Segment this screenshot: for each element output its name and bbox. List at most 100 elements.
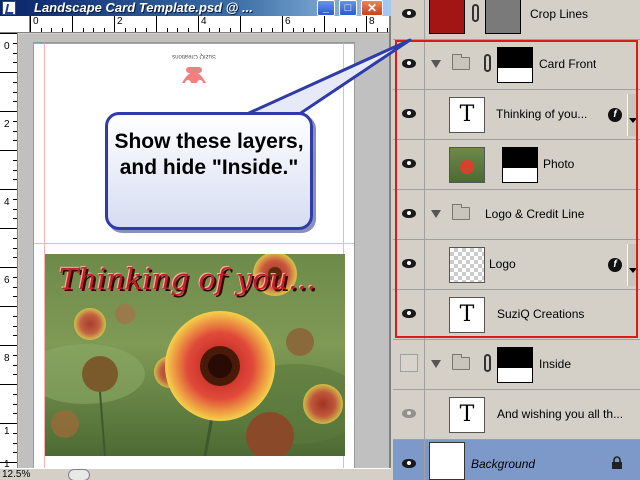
visibility-toggle[interactable] [393,240,425,289]
chain-icon[interactable] [472,4,479,22]
ruler-tick [230,28,231,32]
background-thumbnail [429,442,465,480]
text-layer-thumbnail: T [449,97,485,133]
chain-icon[interactable] [484,54,491,72]
layer-row-crop-lines[interactable]: Crop Lines [393,0,640,40]
eye-icon[interactable] [402,209,416,218]
effects-expand-icon[interactable] [627,244,637,286]
eye-icon[interactable] [402,109,416,118]
eye-icon[interactable] [402,309,416,318]
ruler-tick [13,404,17,405]
layer-row-background[interactable]: Background [393,440,640,480]
visibility-toggle[interactable] [393,340,425,389]
instruction-callout: Show these layers, and hide "Inside." [105,112,313,230]
photoshop-app-icon[interactable] [2,1,16,15]
eye-icon[interactable] [402,9,416,18]
visibility-toggle[interactable] [393,40,425,89]
minimize-button[interactable]: _ [317,0,335,16]
status-menu-icon[interactable] [68,469,90,480]
layer-row-suziq-creations[interactable]: T SuziQ Creations [393,290,640,340]
ruler-tick [167,28,168,32]
layer-row-logo[interactable]: Logo f [393,240,640,290]
zoom-level[interactable]: 12.5% [2,469,62,480]
ruler-tick [41,28,42,32]
ruler-tick [13,326,17,327]
ruler-tick [188,28,189,32]
hidden-eye-slot-icon[interactable] [400,354,418,372]
layer-row-card-front[interactable]: Card Front [393,40,640,90]
visibility-toggle[interactable] [393,440,425,480]
visibility-toggle[interactable] [393,0,425,39]
eye-icon[interactable] [402,409,416,418]
ruler-tick [114,16,115,32]
document-window: Landscape Card Template.psd @ ... _ □ ✕ … [0,0,391,480]
eye-icon[interactable] [402,159,416,168]
eye-icon[interactable] [402,59,416,68]
ruler-tick [13,101,17,102]
ruler-v-label: 2 [4,119,10,130]
ruler-tick [0,267,17,268]
layer-row-and-wishing-you[interactable]: T And wishing you all th... [393,390,640,440]
vertical-ruler[interactable]: 0 2 4 6 8 1 1 [0,33,18,468]
horizontal-ruler[interactable]: 0 2 4 6 8 [30,16,389,33]
ruler-tick [83,28,84,32]
layer-name: Thinking of you... [496,107,588,121]
ruler-tick [0,72,17,73]
fx-icon[interactable]: f [608,108,622,122]
layer-row-photo[interactable]: Photo [393,140,640,190]
ruler-tick [366,16,367,32]
ruler-origin[interactable] [0,16,30,33]
ruler-tick [377,28,378,32]
ruler-v-label: 4 [4,197,10,208]
color-fill-thumbnail [429,0,465,34]
eye-icon[interactable] [402,459,416,468]
maximize-button[interactable]: □ [339,0,357,16]
ruler-tick [13,433,17,434]
photo-caption: Thinking of you... [59,262,316,296]
layer-mask-thumbnail [497,347,533,383]
ruler-tick [104,28,105,32]
layer-row-inside[interactable]: Inside [393,340,640,390]
canvas-area[interactable]: SuziQ Creations Thinking of you... [19,34,389,468]
ruler-tick [0,423,17,424]
transparent-thumbnail [449,247,485,283]
effects-expand-icon[interactable] [627,94,637,136]
fx-icon[interactable]: f [608,258,622,272]
ruler-tick [146,28,147,32]
ruler-v-label: 1 [4,426,10,437]
visibility-toggle[interactable] [393,390,425,439]
visibility-toggle[interactable] [393,290,425,339]
ruler-tick [13,394,17,395]
expand-triangle-icon[interactable] [431,360,441,368]
visibility-toggle[interactable] [393,190,425,239]
ruler-tick [219,28,220,32]
status-bar: 12.5% [0,468,391,480]
photo-thumbnail [449,147,485,183]
title-bar[interactable]: Landscape Card Template.psd @ ... _ □ ✕ [0,0,391,16]
ruler-tick [51,28,52,32]
ruler-tick [0,111,17,112]
ruler-tick [13,218,17,219]
expand-triangle-icon[interactable] [431,210,441,218]
ruler-tick [0,33,17,34]
layer-row-thinking-of-you[interactable]: T Thinking of you... f [393,90,640,140]
ruler-tick [13,277,17,278]
ruler-tick [13,140,17,141]
ruler-tick [13,248,17,249]
ruler-tick [13,238,17,239]
ruler-tick [0,462,17,463]
visibility-toggle[interactable] [393,140,425,189]
card-page[interactable]: SuziQ Creations Thinking of you... [33,42,355,468]
ruler-tick [177,28,178,32]
expand-triangle-icon[interactable] [431,60,441,68]
ruler-tick [0,384,17,385]
close-button[interactable]: ✕ [361,0,383,16]
ruler-tick [13,131,17,132]
ruler-tick [13,374,17,375]
eye-icon[interactable] [402,259,416,268]
ruler-tick [13,199,17,200]
ruler-tick [209,28,210,32]
visibility-toggle[interactable] [393,90,425,139]
layer-row-logo-credit-line[interactable]: Logo & Credit Line [393,190,640,240]
chain-icon[interactable] [484,354,491,372]
